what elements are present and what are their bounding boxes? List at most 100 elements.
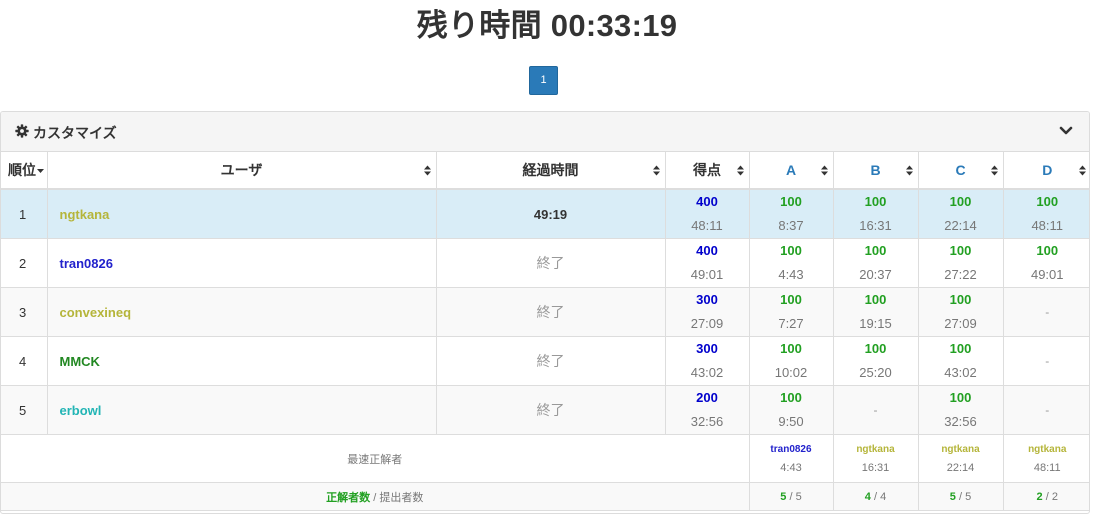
problem-a-label[interactable]: A xyxy=(786,162,796,178)
problem-result-cell[interactable]: 100 22:14 xyxy=(918,189,1004,239)
table-row: 4 MMCK 終了 300 43:02 100 10:02 100 25:20 100 43:02 - xyxy=(1,336,1089,386)
customize-header[interactable]: カスタマイズ xyxy=(1,112,1089,152)
score-time: 27:09 xyxy=(690,316,724,331)
user-link[interactable]: erbowl xyxy=(47,385,437,435)
problem-time: 7:27 xyxy=(778,316,804,331)
problem-d-column-header[interactable]: D xyxy=(1003,152,1089,190)
problem-result-cell[interactable]: 100 25:20 xyxy=(833,336,919,386)
user-header-label: ユーザ xyxy=(220,162,263,178)
problem-time: 27:22 xyxy=(944,267,977,282)
fastest-solver-time: 48:11 xyxy=(1033,461,1061,474)
rank-column-header[interactable]: 順位 xyxy=(1,152,48,190)
rank-cell: 1 xyxy=(1,189,48,239)
fastest-solver-time: 22:14 xyxy=(946,461,975,474)
ac-stats-d: 2 / 2 xyxy=(1003,482,1089,511)
remaining-time-title: 残り時間 00:33:19 xyxy=(416,8,678,43)
problem-score: 100 xyxy=(780,194,802,209)
problem-result-cell[interactable]: 100 16:31 xyxy=(833,189,919,239)
problem-c-column-header[interactable]: C xyxy=(918,152,1004,190)
stats-separator: / xyxy=(786,490,796,503)
problem-time: 20:37 xyxy=(859,267,892,282)
fastest-solver-name[interactable]: ngtkana xyxy=(919,441,1003,459)
score-value: 400 xyxy=(696,194,718,209)
problem-result-cell: - xyxy=(833,385,919,435)
ac-stats-b: 4 / 4 xyxy=(833,482,919,511)
score-value: 300 xyxy=(696,341,718,356)
fastest-solver-a: tran0826 4:43 xyxy=(749,434,834,483)
problem-result-cell[interactable]: 100 19:15 xyxy=(833,287,919,337)
submit-count: 2 xyxy=(1051,490,1058,503)
problem-d-label[interactable]: D xyxy=(1042,162,1052,178)
problem-result-cell[interactable]: 100 32:56 xyxy=(918,385,1004,435)
elapsed-cell: 終了 xyxy=(436,336,666,386)
rank-cell: 5 xyxy=(1,385,48,435)
user-link[interactable]: convexineq xyxy=(47,287,437,337)
problem-time: 22:14 xyxy=(944,218,977,233)
problem-time: 25:20 xyxy=(859,365,892,380)
score-cell: 200 32:56 xyxy=(665,385,750,435)
problem-result-cell[interactable]: 100 49:01 xyxy=(1003,238,1089,288)
problem-score: 100 xyxy=(864,341,887,356)
page-button-1[interactable]: 1 xyxy=(529,66,558,95)
problem-b-column-header[interactable]: B xyxy=(833,152,919,190)
sort-icon xyxy=(990,165,998,176)
fastest-solver-name[interactable]: ngtkana xyxy=(1004,441,1090,459)
gear-icon xyxy=(15,124,29,138)
problem-result-cell: - xyxy=(1003,336,1089,386)
standings-panel: カスタマイズ 順位 ユーザ 経過時間 得点 A B C D 1 ngtkana … xyxy=(0,111,1090,514)
problem-result-cell[interactable]: 100 43:02 xyxy=(918,336,1004,386)
rank-cell: 2 xyxy=(1,238,48,288)
problem-result-cell[interactable]: 100 7:27 xyxy=(749,287,834,337)
user-link[interactable]: tran0826 xyxy=(47,238,437,288)
problem-result-cell[interactable]: 100 20:37 xyxy=(833,238,919,288)
chevron-down-icon[interactable] xyxy=(1059,125,1073,137)
user-link[interactable]: ngtkana xyxy=(47,189,437,239)
problem-score: 100 xyxy=(1036,243,1059,258)
problem-time: 48:11 xyxy=(1031,218,1064,233)
problem-score: 100 xyxy=(780,390,802,405)
problem-score: 100 xyxy=(1036,194,1059,209)
fastest-solver-name[interactable]: ngtkana xyxy=(834,441,918,459)
score-header-label: 得点 xyxy=(693,162,721,178)
fastest-solver-name[interactable]: tran0826 xyxy=(750,441,833,459)
stats-separator: / xyxy=(370,491,380,504)
score-value: 200 xyxy=(696,390,718,405)
sort-icon xyxy=(1079,165,1086,176)
problem-result-cell[interactable]: 100 8:37 xyxy=(749,189,834,239)
user-column-header[interactable]: ユーザ xyxy=(47,152,437,190)
score-column-header[interactable]: 得点 xyxy=(665,152,750,190)
ac-count-label: 正解者数 xyxy=(326,491,371,504)
sort-icon xyxy=(905,165,913,176)
problem-result-cell[interactable]: 100 9:50 xyxy=(749,385,834,435)
elapsed-cell: 終了 xyxy=(436,287,666,337)
rank-header-label: 順位 xyxy=(8,162,36,178)
problem-score: 100 xyxy=(949,341,972,356)
ac-stats-c: 5 / 5 xyxy=(918,482,1004,511)
problem-c-label[interactable]: C xyxy=(955,162,965,178)
fastest-solver-c: ngtkana 22:14 xyxy=(918,434,1004,483)
submit-count: 4 xyxy=(880,490,887,503)
elapsed-column-header[interactable]: 経過時間 xyxy=(436,152,666,190)
score-time: 49:01 xyxy=(690,267,724,282)
problem-result-cell[interactable]: 100 27:22 xyxy=(918,238,1004,288)
problem-time: 9:50 xyxy=(778,414,804,429)
problem-score: 100 xyxy=(864,194,887,209)
problem-result-cell[interactable]: 100 4:43 xyxy=(749,238,834,288)
submit-count: 5 xyxy=(965,490,972,503)
problem-time: 4:43 xyxy=(778,267,804,282)
problem-score: 100 xyxy=(864,292,887,307)
problem-result-cell[interactable]: 100 27:09 xyxy=(918,287,1004,337)
problem-time: 8:37 xyxy=(778,218,804,233)
stats-separator: / xyxy=(1042,490,1052,503)
fastest-solver-b: ngtkana 16:31 xyxy=(833,434,919,483)
problem-a-column-header[interactable]: A xyxy=(749,152,834,190)
user-link[interactable]: MMCK xyxy=(47,336,437,386)
problem-time: 43:02 xyxy=(944,365,977,380)
sort-icon xyxy=(736,165,744,176)
problem-score: 100 xyxy=(780,341,802,356)
problem-b-label[interactable]: B xyxy=(870,162,880,178)
fastest-solver-time: 4:43 xyxy=(780,461,802,474)
problem-result-cell[interactable]: 100 48:11 xyxy=(1003,189,1089,239)
fastest-solver-label: 最速正解者 xyxy=(1,434,750,483)
problem-result-cell[interactable]: 100 10:02 xyxy=(749,336,834,386)
